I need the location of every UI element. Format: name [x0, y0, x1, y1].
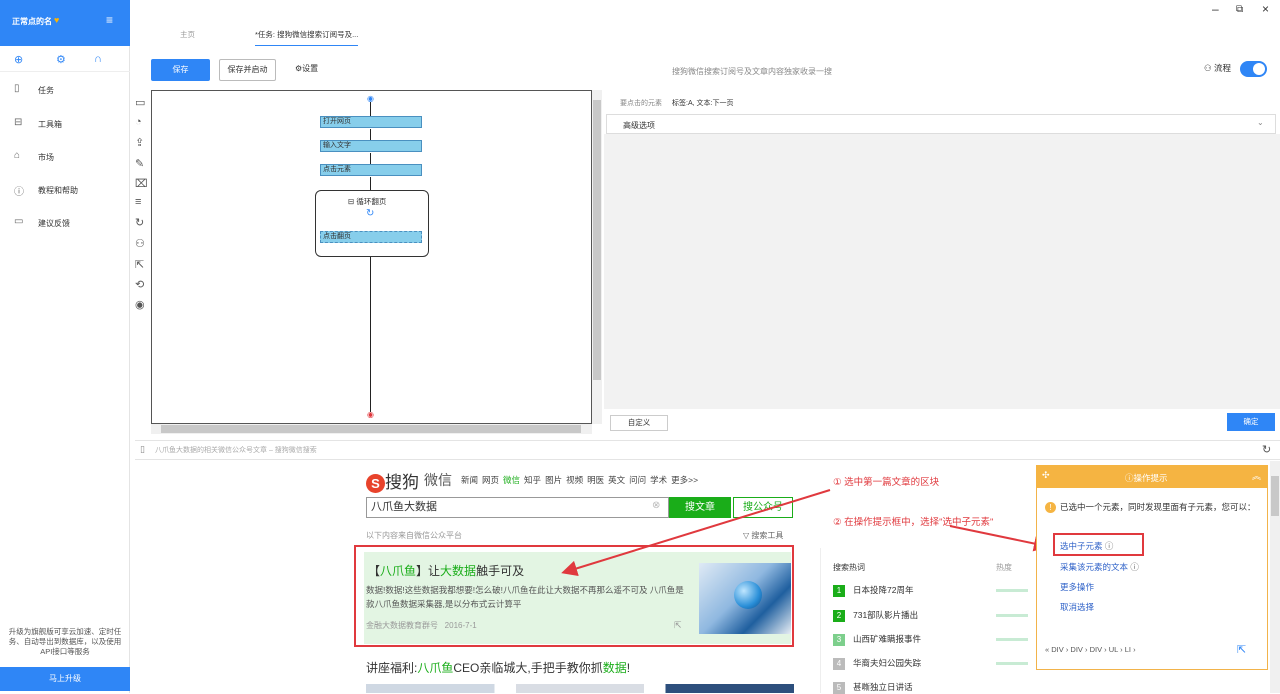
select-child-elements-link[interactable]: 选中子元素 ⓘ: [1060, 540, 1113, 552]
warning-icon: !: [1045, 502, 1056, 513]
info-icon: ⓘ: [1125, 473, 1134, 483]
collapse-chevron-icon[interactable]: ︽: [1252, 469, 1261, 482]
expand-icon[interactable]: ⇱: [1237, 643, 1246, 656]
question-icon[interactable]: ⓘ: [1130, 562, 1139, 572]
web-vertical-scroll-thumb[interactable]: [1271, 476, 1279, 516]
drag-icon[interactable]: ✣: [1042, 470, 1050, 481]
arrow-to-result: [561, 489, 831, 577]
collect-text-link[interactable]: 采集该元素的文本 ⓘ: [1060, 561, 1139, 573]
cancel-selection-link[interactable]: 取消选择: [1060, 601, 1094, 613]
link-label: 采集该元素的文本: [1060, 562, 1129, 572]
element-path-breadcrumb[interactable]: « DIV › DIV › DIV › UL › LI ›: [1045, 645, 1136, 654]
arrow-to-tip: [949, 525, 1050, 552]
tip-title-text: 操作提示: [1133, 473, 1168, 483]
link-label: 选中子元素: [1060, 541, 1103, 551]
question-icon[interactable]: ⓘ: [1105, 541, 1114, 551]
tip-title: ⓘ操作提示: [1125, 472, 1168, 484]
more-actions-link[interactable]: 更多操作: [1060, 581, 1094, 593]
tip-message: 已选中一个元素，同时发现里面有子元素，您可以：: [1060, 502, 1256, 512]
